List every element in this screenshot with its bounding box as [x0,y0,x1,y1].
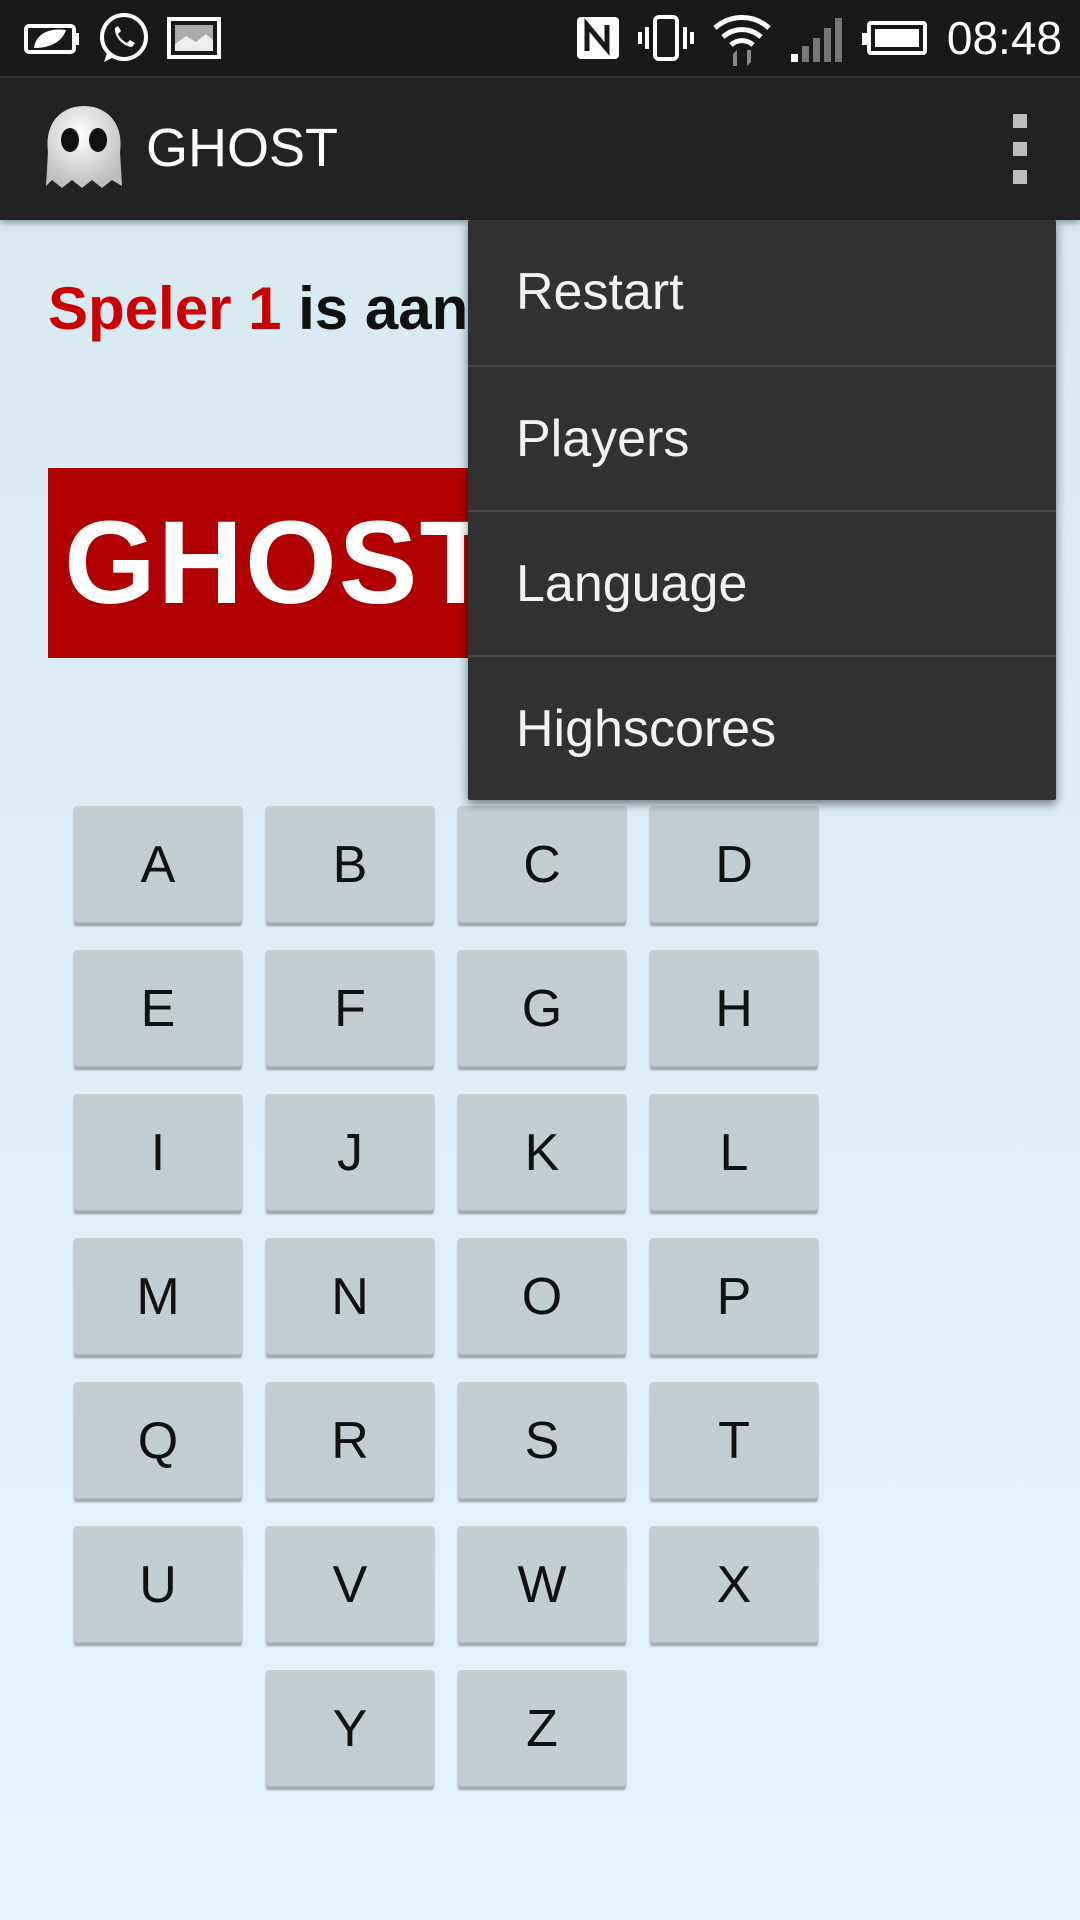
key-k[interactable]: K [458,1094,626,1212]
signal-icon [789,14,845,62]
ghost-word: GHOST [64,497,494,629]
status-clock: 08:48 [946,12,1062,64]
status-right-icons: 08:48 [575,10,1062,66]
overflow-menu-icon[interactable] [1000,114,1040,184]
menu-item-players[interactable]: Players [468,367,1056,512]
key-u[interactable]: U [74,1526,242,1644]
key-m[interactable]: M [74,1238,242,1356]
overflow-dot [1013,114,1027,128]
wifi-icon [711,10,773,66]
overflow-dot [1013,170,1027,184]
current-player-name: Speler 1 [48,275,282,342]
key-w[interactable]: W [458,1526,626,1644]
key-r[interactable]: R [266,1382,434,1500]
key-y[interactable]: Y [266,1670,434,1788]
status-left-icons [22,10,222,66]
status-bar: 08:48 [0,0,1080,76]
vibrate-icon [637,13,695,63]
key-f[interactable]: F [266,950,434,1068]
key-h[interactable]: H [650,950,818,1068]
key-b[interactable]: B [266,806,434,924]
key-a[interactable]: A [74,806,242,924]
key-n[interactable]: N [266,1238,434,1356]
key-d[interactable]: D [650,806,818,924]
menu-item-language[interactable]: Language [468,512,1056,657]
key-x[interactable]: X [650,1526,818,1644]
key-q[interactable]: Q [74,1382,242,1500]
key-z[interactable]: Z [458,1670,626,1788]
key-c[interactable]: C [458,806,626,924]
overflow-dot [1013,142,1027,156]
battery-saver-icon [22,18,82,58]
menu-item-highscores[interactable]: Highscores [468,657,1056,802]
key-p[interactable]: P [650,1238,818,1356]
battery-icon [861,19,927,57]
app-title: GHOST [146,118,339,178]
action-bar: GHOST [0,76,1080,220]
menu-item-restart[interactable]: Restart [468,220,1056,365]
gallery-icon [166,16,222,60]
key-l[interactable]: L [650,1094,818,1212]
overflow-menu: Restart Players Language Highscores [468,220,1056,800]
key-j[interactable]: J [266,1094,434,1212]
letter-keyboard: ABCD EFGH IJKL MNOP QRST UVWX YZ [74,806,824,1788]
turn-indicator: Speler 1 is aan z [48,274,515,344]
key-t[interactable]: T [650,1382,818,1500]
key-g[interactable]: G [458,950,626,1068]
key-o[interactable]: O [458,1238,626,1356]
nfc-icon [575,15,621,61]
key-v[interactable]: V [266,1526,434,1644]
key-e[interactable]: E [74,950,242,1068]
key-i[interactable]: I [74,1094,242,1212]
key-s[interactable]: S [458,1382,626,1500]
ghost-logo-icon[interactable] [38,102,130,194]
whatsapp-icon [96,10,152,66]
